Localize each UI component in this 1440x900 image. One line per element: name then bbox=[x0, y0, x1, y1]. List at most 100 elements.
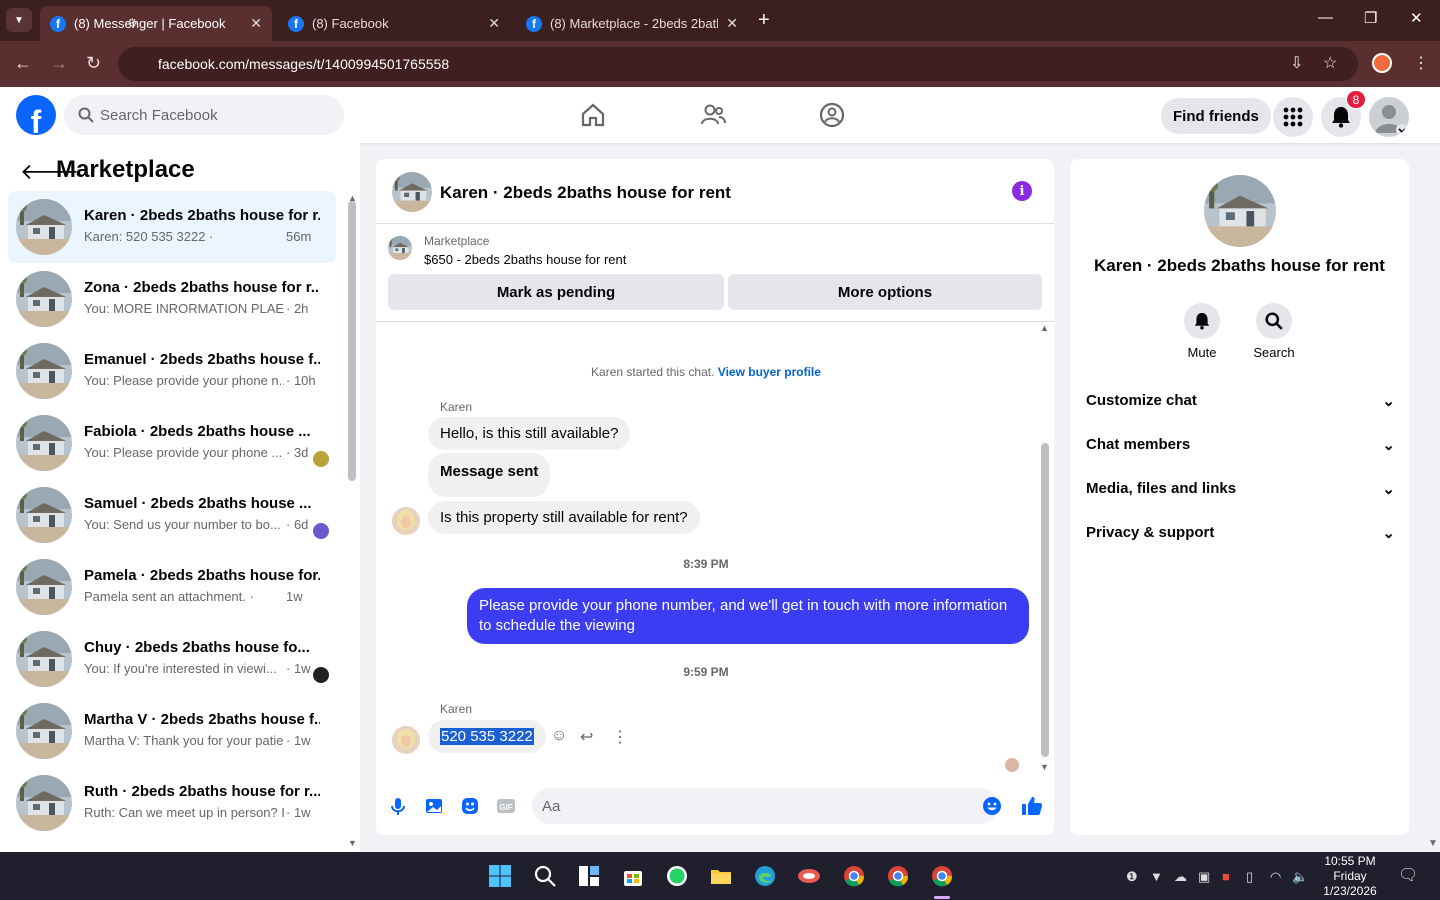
volume-icon[interactable]: 🔈 bbox=[1292, 869, 1308, 885]
more-options-button[interactable]: More options bbox=[728, 274, 1042, 310]
privacy-support-section[interactable]: Privacy & support ⌄ bbox=[1086, 524, 1395, 542]
gif-icon[interactable]: GIF bbox=[496, 796, 516, 816]
message-bubble[interactable]: Hello, is this still available? bbox=[428, 417, 631, 450]
wifi-icon[interactable]: ◠ bbox=[1270, 869, 1281, 885]
scroll-down-icon[interactable]: ▼ bbox=[348, 838, 357, 848]
tray-icon[interactable]: ▣ bbox=[1198, 869, 1210, 885]
store-icon[interactable] bbox=[621, 864, 645, 888]
conversation-item[interactable]: Pamela · 2beds 2baths house for... Pamela… bbox=[8, 551, 336, 623]
file-explorer-icon[interactable] bbox=[709, 864, 733, 888]
tab-facebook[interactable]: f (8) Facebook ✕ bbox=[278, 6, 510, 41]
tray-icon[interactable]: ❶ bbox=[1126, 869, 1138, 885]
tray-icon[interactable]: ■ bbox=[1222, 869, 1230, 884]
facebook-logo-icon[interactable]: f bbox=[16, 95, 56, 135]
app-icon[interactable] bbox=[797, 864, 821, 888]
bookmark-star-icon[interactable]: ☆ bbox=[1323, 53, 1337, 73]
conversation-item[interactable]: Fabiola · 2beds 2baths house ... You: Ple… bbox=[8, 407, 336, 479]
system-clock[interactable]: 10:55 PM Friday 1/23/2026 bbox=[1316, 854, 1384, 899]
tray-icon[interactable]: ▯ bbox=[1246, 869, 1253, 885]
mark-as-pending-button[interactable]: Mark as pending bbox=[388, 274, 724, 310]
react-emoji-icon[interactable]: ☺ bbox=[551, 727, 567, 745]
new-tab-button[interactable]: + bbox=[758, 9, 770, 32]
message-bubble[interactable]: Message sent bbox=[428, 453, 551, 497]
account-avatar[interactable] bbox=[1369, 97, 1409, 137]
message-bubble[interactable]: 520 535 3222 bbox=[428, 720, 546, 753]
minimize-icon[interactable]: — bbox=[1318, 9, 1333, 26]
whatsapp-icon[interactable] bbox=[665, 864, 689, 888]
chat-title[interactable]: Karen · 2beds 2baths house for rent bbox=[440, 183, 731, 203]
restore-icon[interactable]: ❐ bbox=[1364, 9, 1377, 27]
house-listing-image bbox=[392, 172, 432, 212]
more-actions-icon[interactable]: ⋮ bbox=[612, 727, 628, 747]
photo-icon[interactable] bbox=[424, 796, 444, 816]
url-field[interactable]: facebook.com/messages/t/1400994501765558 bbox=[118, 47, 1358, 81]
reply-icon[interactable]: ↩ bbox=[580, 727, 593, 747]
scroll-up-icon[interactable]: ▲ bbox=[348, 193, 357, 203]
tab-messenger[interactable]: f (8) Messenger | Facebook ✕ bbox=[40, 6, 272, 41]
conversation-item[interactable]: Karen · 2beds 2baths house for r... Karen… bbox=[8, 191, 336, 263]
conversation-item[interactable]: Samuel · 2beds 2baths house ... You: Send… bbox=[8, 479, 336, 551]
message-input[interactable]: Aa bbox=[532, 788, 998, 824]
chat-scrollbar[interactable] bbox=[1041, 443, 1049, 757]
outgoing-message-bubble[interactable]: Please provide your phone number, and we… bbox=[467, 588, 1029, 644]
listing-thumbnail bbox=[16, 199, 72, 255]
menu-grid-button[interactable] bbox=[1273, 97, 1313, 137]
emoji-icon[interactable] bbox=[982, 796, 1002, 816]
search-icon[interactable] bbox=[533, 864, 557, 888]
search-input[interactable]: Search Facebook bbox=[64, 95, 344, 135]
browser-profile-avatar[interactable] bbox=[1372, 53, 1392, 73]
conversation-item[interactable]: Emanuel · 2beds 2baths house f... You: Pl… bbox=[8, 335, 336, 407]
widgets-icon[interactable] bbox=[577, 864, 601, 888]
thumbs-up-icon[interactable] bbox=[1021, 795, 1043, 817]
close-tab-icon[interactable]: ✕ bbox=[726, 15, 738, 32]
edge-icon[interactable] bbox=[753, 864, 777, 888]
microphone-icon[interactable] bbox=[388, 796, 408, 816]
sticker-icon[interactable] bbox=[460, 796, 480, 816]
site-settings-icon[interactable]: ⚙ bbox=[127, 16, 143, 30]
view-buyer-profile-link[interactable]: View buyer profile bbox=[718, 365, 821, 379]
tab-marketplace[interactable]: f (8) Marketplace - 2beds 2baths ✕ bbox=[516, 6, 748, 41]
search-in-conversation-button[interactable] bbox=[1256, 303, 1292, 339]
info-icon[interactable]: i bbox=[1012, 181, 1032, 201]
scroll-down-icon[interactable]: ▼ bbox=[1040, 762, 1049, 772]
conversation-item[interactable]: Ruth · 2beds 2baths house for r... Ruth: … bbox=[8, 767, 336, 839]
sender-avatar[interactable] bbox=[392, 726, 420, 754]
windows-start-icon[interactable] bbox=[488, 864, 512, 888]
chrome-profile-icon[interactable] bbox=[886, 864, 910, 888]
sender-avatar[interactable] bbox=[392, 507, 420, 535]
chat-avatar[interactable] bbox=[392, 172, 432, 212]
details-avatar[interactable] bbox=[1204, 175, 1276, 247]
conversation-item[interactable]: Zona · 2beds 2baths house for r... You: M… bbox=[8, 263, 336, 335]
close-tab-icon[interactable]: ✕ bbox=[250, 15, 262, 32]
listing-price-title[interactable]: $650 - 2beds 2baths house for rent bbox=[424, 252, 626, 267]
scroll-up-icon[interactable]: ▲ bbox=[1040, 323, 1049, 333]
reload-icon[interactable]: ↻ bbox=[86, 53, 101, 74]
message-bubble[interactable]: Is this property still available for ren… bbox=[428, 501, 700, 534]
page-scroll-down-icon[interactable]: ▼ bbox=[1428, 838, 1438, 849]
sidebar-scrollbar[interactable] bbox=[348, 201, 356, 481]
customize-chat-section[interactable]: Customize chat ⌄ bbox=[1086, 392, 1395, 410]
notification-center-icon[interactable]: 🗨 bbox=[1398, 865, 1418, 885]
install-app-icon[interactable]: ⇩ bbox=[1290, 53, 1303, 73]
listing-thumbnail[interactable] bbox=[388, 236, 412, 260]
tab-search-dropdown-icon[interactable]: ▼ bbox=[6, 8, 32, 32]
friends-icon[interactable] bbox=[700, 102, 726, 128]
find-friends-button[interactable]: Find friends bbox=[1161, 98, 1271, 134]
home-icon[interactable] bbox=[580, 102, 606, 128]
chrome-icon[interactable] bbox=[842, 864, 866, 888]
conversation-item[interactable]: Chuy · 2beds 2baths house fo... You: If y… bbox=[8, 623, 336, 695]
close-window-icon[interactable]: ✕ bbox=[1410, 9, 1423, 27]
tray-icon[interactable]: ▼ bbox=[1150, 869, 1163, 884]
conversation-item[interactable]: Martha V · 2beds 2baths house f... Martha… bbox=[8, 695, 336, 767]
selected-phone-number[interactable]: 520 535 3222 bbox=[440, 728, 534, 745]
tray-icon[interactable]: ☁ bbox=[1174, 869, 1187, 885]
groups-icon[interactable] bbox=[819, 102, 845, 128]
back-icon[interactable]: ← bbox=[14, 53, 32, 74]
browser-menu-icon[interactable]: ⋮ bbox=[1413, 53, 1429, 73]
media-files-links-section[interactable]: Media, files and links ⌄ bbox=[1086, 480, 1395, 498]
close-tab-icon[interactable]: ✕ bbox=[488, 15, 500, 32]
mute-button[interactable] bbox=[1184, 303, 1220, 339]
chat-members-section[interactable]: Chat members ⌄ bbox=[1086, 436, 1395, 454]
chrome-active-icon[interactable] bbox=[930, 864, 954, 888]
forward-icon[interactable]: → bbox=[50, 53, 68, 74]
